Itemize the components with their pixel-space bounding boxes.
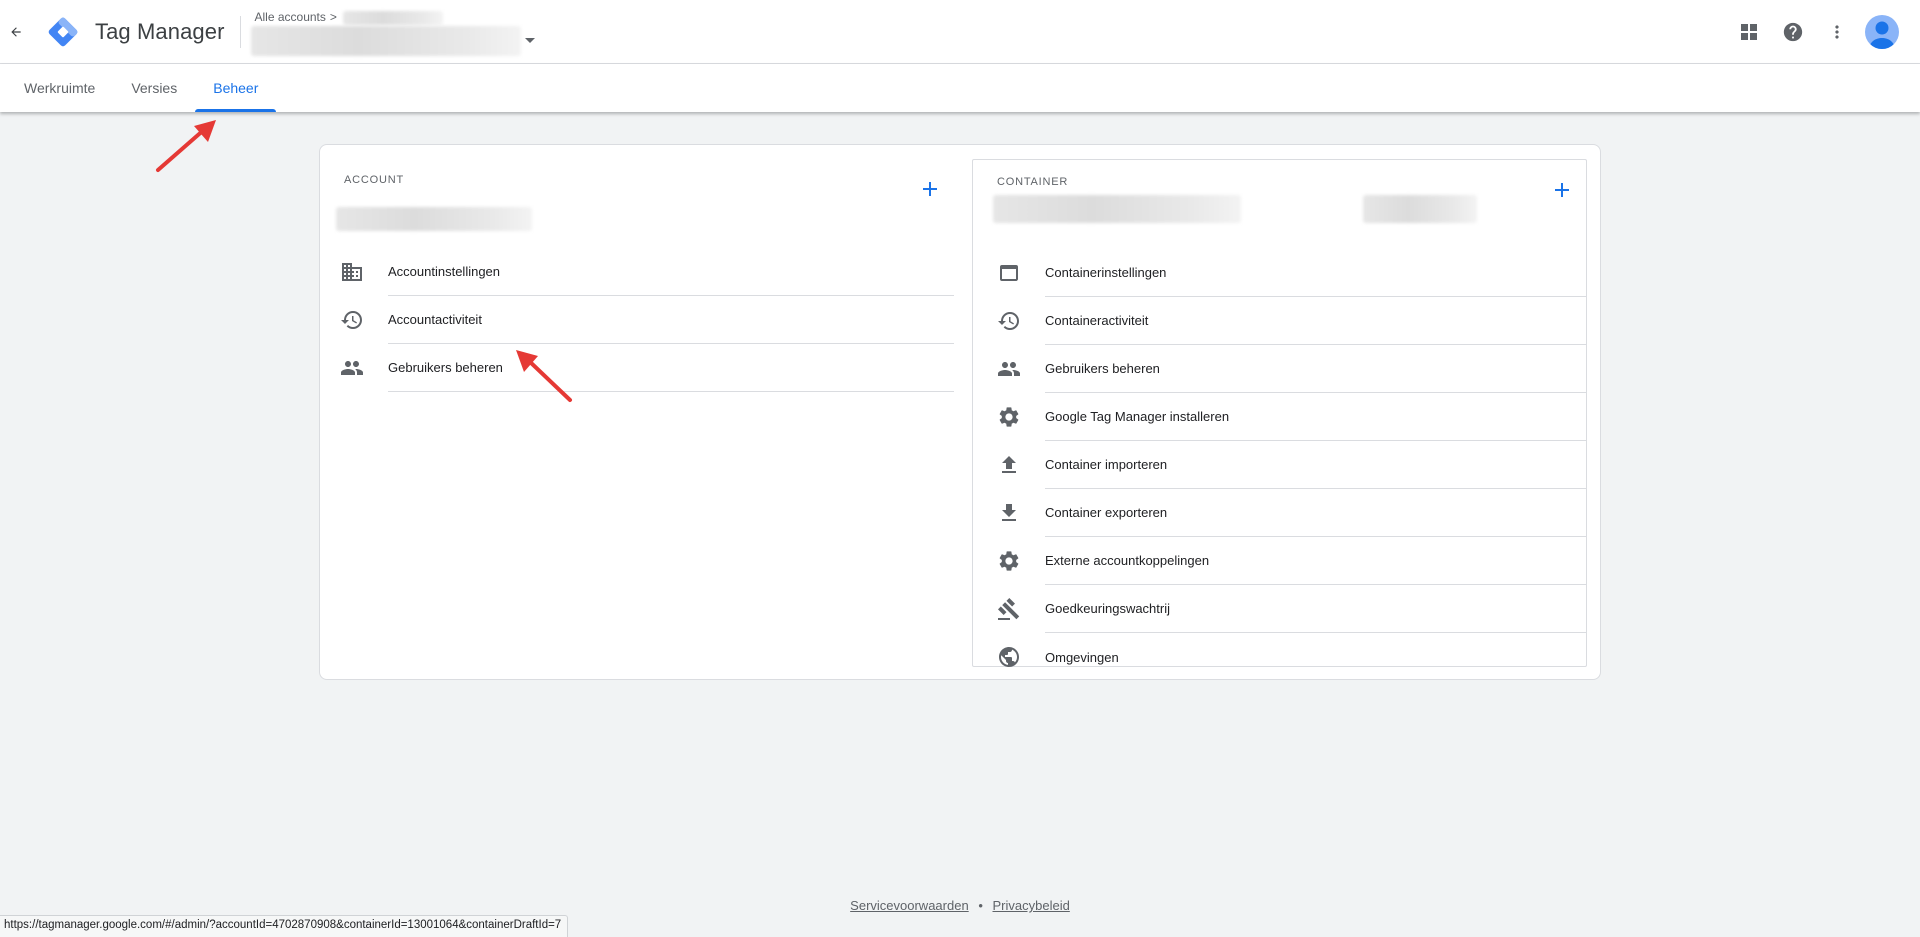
menu-item-goedkeuringswachtrij[interactable]: Goedkeuringswachtrij	[973, 585, 1586, 633]
upload-icon	[1002, 456, 1016, 473]
people-icon	[341, 361, 363, 375]
menu-item-label: Gebruikers beheren	[388, 344, 954, 392]
tab-werkruimte[interactable]: Werkruimte	[0, 64, 113, 112]
annotation-arrow-beheer	[156, 120, 216, 172]
menu-item-label: Gebruikers beheren	[1045, 345, 1586, 393]
account-heading: ACCOUNT	[344, 174, 404, 186]
container-id-redacted	[1363, 195, 1477, 223]
menu-item-label: Containerinstellingen	[1045, 249, 1586, 297]
menu-item-label: Container exporteren	[1045, 489, 1586, 537]
breadcrumb[interactable]: Alle accounts >	[255, 10, 337, 24]
apps-button[interactable]	[1727, 10, 1771, 54]
account-column: ACCOUNT Accountinstellingen Accountactiv…	[336, 157, 954, 392]
menu-item-label: Accountinstellingen	[388, 248, 954, 296]
menu-item-label: Omgevingen	[1045, 649, 1119, 665]
menu-item-container-importeren[interactable]: Container importeren	[973, 441, 1586, 489]
account-name-redacted	[336, 207, 532, 231]
settings-icon	[999, 551, 1019, 571]
apps-grid-icon	[1741, 24, 1757, 40]
plus-icon	[1555, 183, 1569, 197]
title-divider	[239, 15, 241, 48]
menu-item-accountinstellingen[interactable]: Accountinstellingen	[336, 248, 954, 296]
add-account-button[interactable]	[916, 175, 944, 203]
tag-manager-logo-icon	[48, 17, 78, 46]
breadcrumb-all-accounts[interactable]: Alle accounts	[255, 10, 326, 24]
back-button[interactable]	[0, 0, 32, 64]
account-container-picker[interactable]: Alle accounts >	[250, 0, 545, 64]
help-button[interactable]	[1771, 10, 1815, 54]
public-icon	[999, 647, 1019, 667]
tab-beheer[interactable]: Beheer	[195, 64, 277, 112]
menu-item-label: Accountactiviteit	[388, 296, 954, 344]
tag-manager-logo[interactable]	[46, 15, 80, 49]
people-icon	[998, 362, 1020, 376]
menu-item-label: Containeractiviteit	[1045, 297, 1586, 345]
dropdown-caret-icon[interactable]	[524, 37, 535, 43]
top-app-bar: Tag Manager Alle accounts >	[0, 0, 1920, 64]
menu-item-container-exporteren[interactable]: Container exporteren	[973, 489, 1586, 537]
container-column: CONTAINER Containerinstellingen Containe…	[972, 159, 1587, 667]
menu-item-gebruikers-beheren-account[interactable]: Gebruikers beheren	[336, 344, 954, 392]
more-vert-icon	[1835, 25, 1839, 39]
menu-item-containerinstellingen[interactable]: Containerinstellingen	[973, 249, 1586, 297]
privacy-link[interactable]: Privacybeleid	[993, 898, 1070, 913]
business-icon	[342, 263, 362, 281]
avatar-person-icon	[1869, 21, 1895, 49]
settings-icon	[999, 407, 1019, 427]
account-header: ACCOUNT	[336, 157, 954, 245]
container-heading: CONTAINER	[997, 176, 1069, 188]
menu-item-label: Externe accountkoppelingen	[1045, 537, 1586, 585]
back-arrow-icon	[11, 26, 21, 37]
menu-item-label: Google Tag Manager installeren	[1045, 393, 1586, 441]
terms-link[interactable]: Servicevoorwaarden	[850, 898, 969, 913]
container-menu: Containerinstellingen Containeractivitei…	[973, 249, 1586, 681]
history-icon	[341, 311, 362, 329]
tab-versies[interactable]: Versies	[113, 64, 195, 112]
menu-item-gebruikers-beheren-container[interactable]: Gebruikers beheren	[973, 345, 1586, 393]
footer-separator: •	[978, 898, 983, 913]
plus-icon	[923, 182, 937, 196]
menu-item-accountactiviteit[interactable]: Accountactiviteit	[336, 296, 954, 344]
status-bar-url: https://tagmanager.google.com/#/admin/?a…	[0, 915, 569, 937]
tab-bar: Werkruimte Versies Beheer	[0, 64, 1920, 112]
container-header: CONTAINER	[973, 160, 1586, 248]
history-icon	[998, 312, 1019, 330]
top-actions	[1727, 0, 1920, 64]
menu-item-externe-accountkoppelingen[interactable]: Externe accountkoppelingen	[973, 537, 1586, 585]
container-name-redacted	[993, 195, 1241, 223]
footer: Servicevoorwaarden • Privacybeleid	[0, 898, 1920, 913]
add-container-button[interactable]	[1548, 176, 1576, 204]
breadcrumb-chevron-icon: >	[329, 9, 337, 24]
download-icon	[1002, 504, 1016, 521]
account-avatar[interactable]	[1865, 15, 1899, 49]
breadcrumb-redacted	[342, 10, 443, 25]
menu-item-omgevingen[interactable]: Omgevingen	[973, 633, 1586, 681]
help-icon	[1783, 22, 1803, 42]
menu-item-label: Container importeren	[1045, 441, 1586, 489]
gavel-icon	[997, 598, 1020, 620]
app-title: Tag Manager	[95, 18, 225, 44]
container-name-redacted	[250, 25, 521, 56]
menu-item-label: Goedkeuringswachtrij	[1045, 585, 1586, 633]
account-menu: Accountinstellingen Accountactiviteit Ge…	[336, 248, 954, 392]
admin-panel: ACCOUNT Accountinstellingen Accountactiv…	[319, 144, 1601, 680]
menu-item-gtm-installeren[interactable]: Google Tag Manager installeren	[973, 393, 1586, 441]
menu-item-containeractiviteit[interactable]: Containeractiviteit	[973, 297, 1586, 345]
web-asset-icon	[1000, 265, 1018, 281]
more-options-button[interactable]	[1815, 10, 1859, 54]
